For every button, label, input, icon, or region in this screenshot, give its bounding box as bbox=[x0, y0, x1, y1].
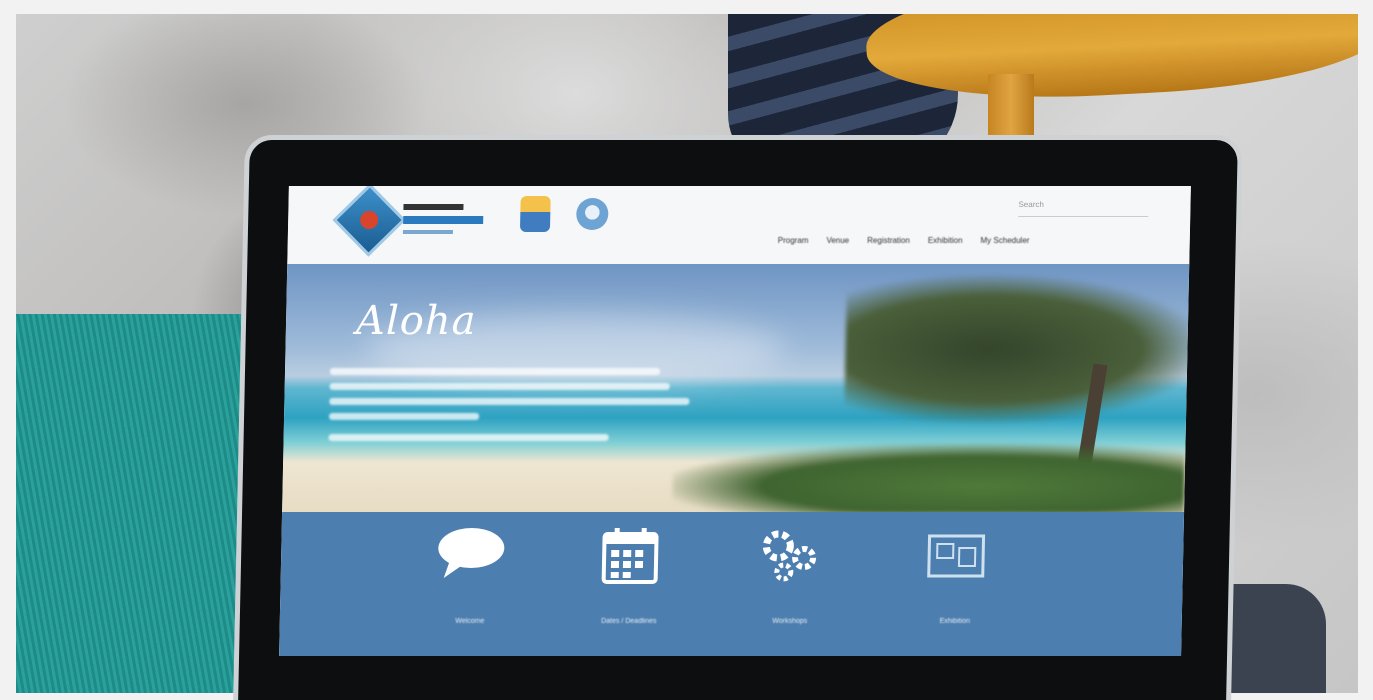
site-nav: Program Venue Registration Exhibition My… bbox=[778, 236, 1030, 245]
feature-workshops[interactable]: Workshops bbox=[734, 526, 847, 646]
feature-welcome[interactable]: Welcome bbox=[414, 526, 527, 646]
gears-icon bbox=[755, 526, 827, 600]
society-logo-icon bbox=[575, 198, 609, 230]
hero-banner: Aloha bbox=[282, 264, 1191, 514]
nav-program[interactable]: Program bbox=[778, 236, 809, 245]
conference-logo-icon[interactable] bbox=[332, 186, 406, 257]
feature-dates[interactable]: Dates / Deadlines bbox=[573, 526, 686, 646]
laptop-screen: Search Program Venue Registration Exhibi… bbox=[279, 186, 1191, 656]
shrubs bbox=[672, 444, 1186, 514]
nav-registration[interactable]: Registration bbox=[867, 236, 910, 245]
calendar-icon bbox=[599, 526, 661, 600]
feature-label: Dates / Deadlines bbox=[601, 618, 657, 625]
feature-label: Exhibition bbox=[939, 618, 971, 625]
feature-band: Welcome Dates / Deadlines Workshops Exhi… bbox=[279, 512, 1185, 656]
feature-label: Welcome bbox=[455, 618, 485, 625]
feature-exhibition[interactable]: Exhibition bbox=[899, 526, 1012, 646]
sponsor-logo-icon bbox=[519, 196, 551, 232]
laptop: Search Program Venue Registration Exhibi… bbox=[238, 140, 1238, 700]
nav-exhibition[interactable]: Exhibition bbox=[928, 236, 963, 245]
hero-intro-text bbox=[328, 368, 690, 449]
exhibition-icon bbox=[920, 526, 992, 600]
tree-canopy bbox=[843, 274, 1191, 424]
speech-bubble-icon bbox=[435, 526, 506, 594]
nav-venue[interactable]: Venue bbox=[826, 236, 849, 245]
nav-my-scheduler[interactable]: My Scheduler bbox=[980, 236, 1029, 245]
hero-title: Aloha bbox=[355, 298, 477, 344]
feature-label: Workshops bbox=[772, 618, 808, 625]
site-header: Search Program Venue Registration Exhibi… bbox=[287, 186, 1191, 264]
conference-logo-text bbox=[402, 204, 494, 234]
site-search-input[interactable]: Search bbox=[1018, 200, 1149, 217]
